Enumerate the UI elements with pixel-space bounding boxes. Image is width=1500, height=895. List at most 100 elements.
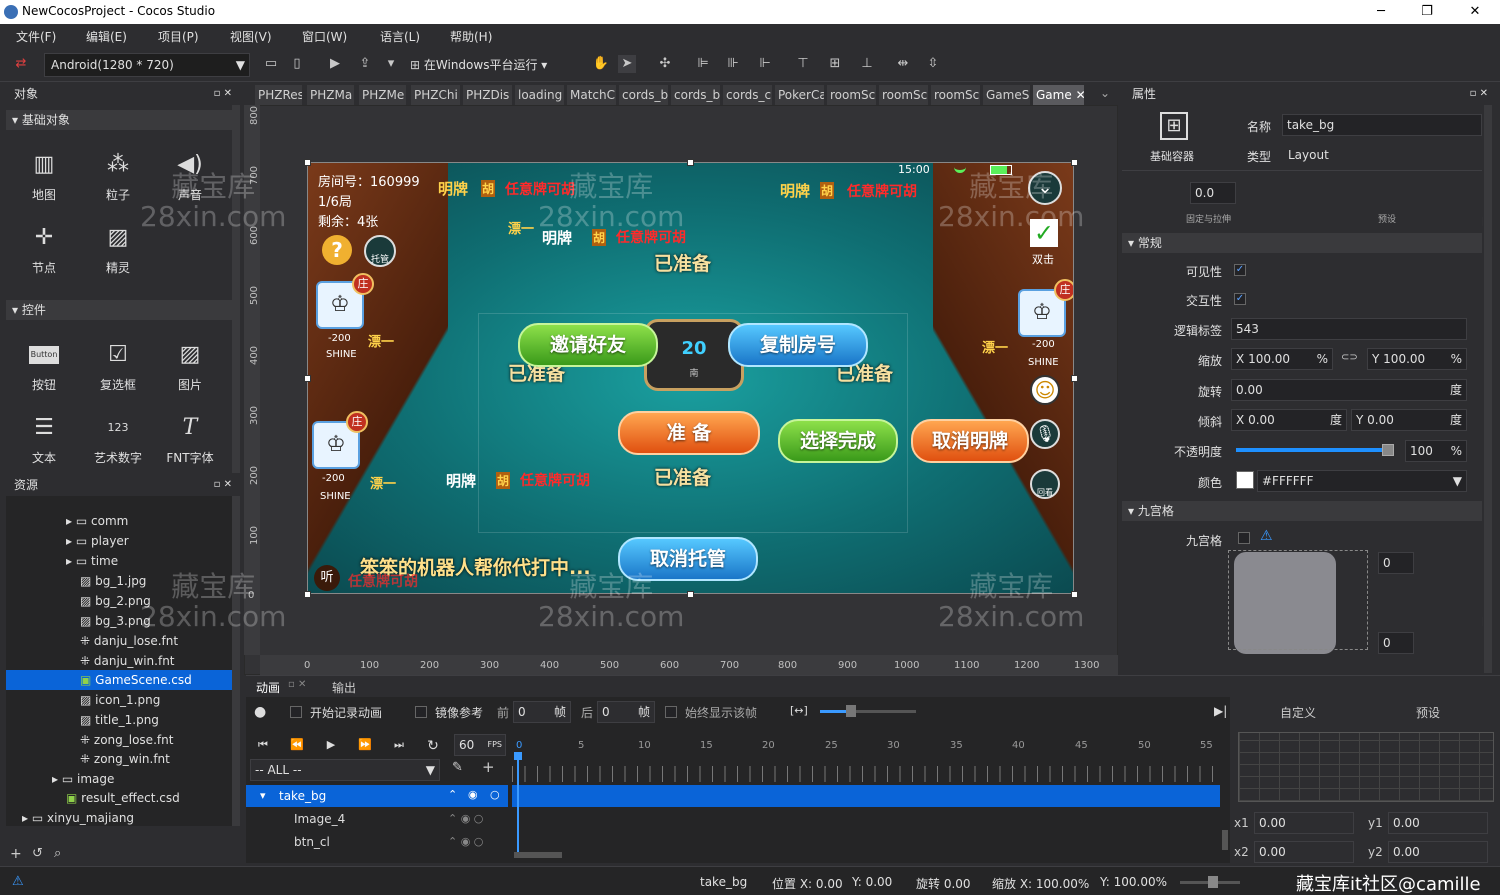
doc-tab[interactable]: roomSc [827, 85, 877, 105]
menu-window[interactable]: 窗口(W) [302, 28, 347, 45]
refresh-icon[interactable]: ↺ [32, 846, 43, 861]
node-filter-select[interactable]: -- ALL -- ▼ [250, 759, 440, 781]
zoom-thumb[interactable] [1208, 876, 1218, 888]
eye-icon[interactable]: ◉ [468, 788, 478, 801]
color-swatch[interactable] [1236, 471, 1254, 489]
nine-slice-checkbox[interactable] [1238, 532, 1250, 544]
tile-map[interactable]: ▥ 地图 [14, 150, 74, 203]
nine-slice-top-field[interactable]: 0 [1378, 552, 1414, 574]
panel-close-icon[interactable]: ▫ ✕ [214, 83, 232, 105]
mirror-checkbox[interactable] [415, 706, 427, 718]
close-button[interactable]: ✕ [1452, 0, 1498, 24]
timeline-node-selected[interactable]: ▾ take_bg ⌃ ◉ ○ [246, 785, 508, 807]
tile-particle[interactable]: ⁂ 粒子 [88, 150, 148, 203]
close-icon[interactable]: ✕ [1076, 88, 1084, 102]
resize-handle[interactable] [687, 591, 694, 598]
size-field[interactable]: 0.0 [1190, 182, 1236, 204]
doc-tab[interactable]: MatchC [567, 85, 617, 105]
tree-item[interactable]: ▸ ▭ time [6, 551, 232, 571]
tab-list-icon[interactable]: ⌄ [1100, 86, 1110, 100]
resize-handle[interactable] [687, 159, 694, 166]
skew-y-field[interactable]: Y 0.00 度 [1351, 409, 1467, 431]
invite-friend-button[interactable]: 邀请好友 [518, 323, 658, 367]
controls-section[interactable]: ▾ 控件 [6, 300, 232, 320]
zoom-slider-thumb[interactable] [846, 705, 856, 717]
node-controls-icon[interactable]: ⌃ ◉ ○ [448, 812, 483, 825]
fps-field[interactable]: 60 FPS [454, 734, 506, 756]
align-middle-icon[interactable]: ⊞ [826, 55, 844, 73]
doc-tab[interactable]: cords_b [671, 85, 721, 105]
doc-tab[interactable]: PHZMe [359, 85, 407, 105]
name-field[interactable]: take_bg [1282, 114, 1482, 136]
landscape-icon[interactable]: ▭ [262, 55, 280, 73]
interactive-checkbox[interactable]: ✓ [1234, 293, 1246, 305]
add-icon[interactable]: + [482, 758, 495, 776]
minimize-button[interactable]: ─ [1358, 0, 1404, 24]
menu-language[interactable]: 语言(L) [380, 28, 420, 45]
tree-item[interactable]: ▨ icon_1.png [6, 690, 232, 710]
anchor-icon[interactable]: ✣ [656, 55, 674, 73]
loop-icon[interactable]: ↻ [424, 738, 442, 754]
rotation-field[interactable]: 0.00 度 [1231, 379, 1467, 401]
portrait-icon[interactable]: ▯ [288, 55, 306, 73]
menu-edit[interactable]: 编辑(E) [86, 28, 127, 45]
tree-item[interactable]: ⁜ danju_lose.fnt [6, 631, 232, 651]
scale-y-field[interactable]: Y 100.00% [1367, 348, 1467, 370]
y2-field[interactable]: 0.00 [1388, 841, 1488, 863]
prev-frame-icon[interactable]: ⏪ [288, 738, 306, 752]
after-field[interactable]: 0帧 [597, 701, 655, 723]
pencil-icon[interactable]: ✎ [452, 760, 463, 775]
node-label[interactable]: Image_4 [294, 812, 345, 826]
doc-tab[interactable]: PHZChi [411, 85, 461, 105]
playhead[interactable] [517, 752, 519, 852]
resize-handle[interactable] [304, 159, 311, 166]
doc-tab[interactable]: PHZDis [463, 85, 513, 105]
play-icon[interactable]: ▶ [326, 55, 344, 73]
logic-tag-field[interactable]: 543 [1231, 318, 1467, 340]
align-right-icon[interactable]: ⊩ [756, 55, 774, 73]
doc-tab[interactable]: PHZRes [255, 85, 303, 105]
resize-handle[interactable] [1071, 375, 1078, 382]
link-icon[interactable]: ⊂⊃ [1341, 352, 1358, 363]
menu-view[interactable]: 视图(V) [230, 28, 272, 45]
doc-tab[interactable]: cords_b [619, 85, 669, 105]
resize-handle[interactable] [1071, 159, 1078, 166]
align-bottom-icon[interactable]: ⊥ [858, 55, 876, 73]
tab-animation[interactable]: 动画 [256, 679, 280, 696]
x2-field[interactable]: 0.00 [1254, 841, 1354, 863]
frame-ruler[interactable]: 0 5 10 15 20 25 30 35 40 45 50 55 [512, 740, 1224, 756]
playhead-handle[interactable] [514, 752, 522, 760]
tile-image[interactable]: ▨ 图片 [160, 340, 220, 393]
microphone-icon[interactable]: 🎙 [1030, 419, 1060, 449]
node-label[interactable]: btn_cl [294, 835, 330, 849]
auto-play-button[interactable]: 托管 [364, 235, 396, 267]
doc-tab[interactable]: roomSc [879, 85, 929, 105]
timeline-hscroll[interactable] [514, 852, 562, 858]
node-controls-icon[interactable]: ⌃ ◉ ○ [448, 835, 483, 848]
opacity-slider-track[interactable] [1236, 448, 1386, 452]
visible-checkbox[interactable]: ✓ [1234, 264, 1246, 276]
publish-icon[interactable]: ⇄ [12, 55, 30, 73]
tree-item[interactable]: ⁜ danju_win.fnt [6, 651, 232, 671]
opacity-field[interactable]: 100% [1405, 440, 1467, 462]
doc-tab[interactable]: PHZMa [307, 85, 355, 105]
next-frame-icon[interactable]: ⏩ [356, 738, 374, 752]
search-icon[interactable]: ⌕ [54, 846, 61, 861]
collapse-panel-icon[interactable]: ▶| [1214, 704, 1227, 718]
color-select[interactable]: #FFFFFF ▼ [1257, 470, 1467, 492]
nine-slice-bottom-field[interactable]: 0 [1378, 632, 1414, 654]
first-frame-icon[interactable]: ⏮ [254, 738, 272, 752]
warning-icon[interactable]: ⚠ [12, 874, 24, 889]
skew-x-field[interactable]: X 0.00 度 [1231, 409, 1347, 431]
tree-item[interactable]: ▸ ▭ image [6, 769, 232, 789]
tree-item-selected[interactable]: ▣ GameScene.csd [6, 670, 232, 690]
prepare-button[interactable]: 准 备 [618, 411, 760, 455]
y1-field[interactable]: 0.00 [1388, 812, 1488, 834]
emoji-icon[interactable]: ☺ [1030, 375, 1060, 405]
keyframe-icon[interactable]: ● [254, 704, 266, 720]
doc-tab-active[interactable]: Game ✕ [1033, 85, 1085, 105]
run-on-windows-button[interactable]: ⊞ 在Windows平台运行 ▾ [410, 55, 575, 75]
resize-handle[interactable] [304, 591, 311, 598]
circle-icon[interactable]: ○ [490, 788, 500, 801]
menu-file[interactable]: 文件(F) [16, 28, 56, 45]
